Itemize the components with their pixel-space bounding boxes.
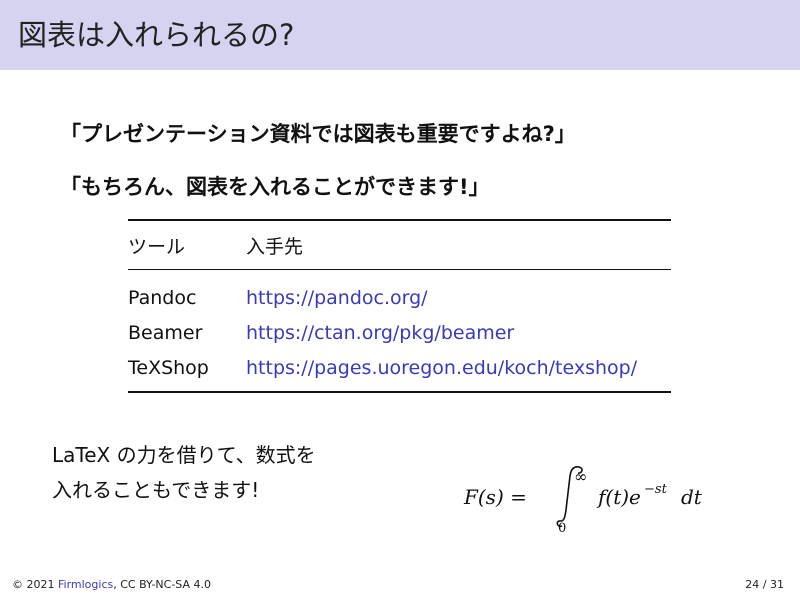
tool-link[interactable]: https://pages.uoregon.edu/koch/texshop/ [246, 357, 637, 379]
tool-name: Pandoc [128, 286, 197, 309]
footer-credit: © 2021 Firmlogics, CC BY-NC-SA 4.0 [12, 578, 211, 591]
formula-exponent: −st [644, 482, 668, 497]
tool-url-cell: https://pages.uoregon.edu/koch/texshop/ [246, 350, 671, 393]
tool-name: TeXShop [128, 350, 246, 393]
page-number: 24 / 31 [745, 578, 784, 591]
table-header-row: ツール 入手先 [128, 219, 671, 270]
tool-name: Beamer [128, 321, 203, 344]
slide-title: 図表は入れられるの? [18, 18, 295, 52]
quote-answer: 「もちろん、図表を入れることができます!」 [60, 175, 490, 199]
title-bar: 図表は入れられるの? [0, 0, 800, 70]
body-paragraph: LaTeX の力を借りて、数式を 入れることもできます! [52, 438, 316, 508]
tool-url-cell: https://pandoc.org/ [246, 270, 671, 316]
footer-separator: , [113, 578, 117, 591]
table-row: TeXShop https://pages.uoregon.edu/koch/t… [128, 350, 671, 393]
formula-lhs: F(s) = [463, 485, 527, 509]
integral-lower-limit: 0 [558, 521, 566, 536]
body-line: 入れることもできます! [52, 478, 260, 502]
header-source: 入手先 [246, 219, 671, 270]
table-row: Beamer https://ctan.org/pkg/beamer [128, 315, 671, 350]
integral-upper-limit: ∞ [574, 467, 587, 486]
tools-table: ツール 入手先 Pandoc https://pandoc.org/ Beame… [128, 219, 671, 393]
formula-integrand: f(t)e [596, 485, 641, 509]
tool-link[interactable]: https://ctan.org/pkg/beamer [246, 322, 514, 344]
footer-brand-link[interactable]: Firmlogics [58, 578, 113, 591]
quote-question: 「プレゼンテーション資料では図表も重要ですよね?」 [60, 122, 576, 146]
tool-link[interactable]: https://pandoc.org/ [246, 287, 428, 309]
footer-license: CC BY-NC-SA 4.0 [120, 578, 212, 591]
tool-url-cell: https://ctan.org/pkg/beamer [246, 315, 671, 350]
footer-copyright: © 2021 [12, 578, 55, 591]
header-tool: ツール [128, 219, 246, 270]
body-line: LaTeX の力を借りて、数式を [52, 443, 316, 467]
laplace-formula: F(s) = ∞ 0 f(t)e −st dt [463, 466, 703, 536]
formula-differential: dt [681, 485, 703, 509]
table-row: Pandoc https://pandoc.org/ [128, 270, 671, 316]
